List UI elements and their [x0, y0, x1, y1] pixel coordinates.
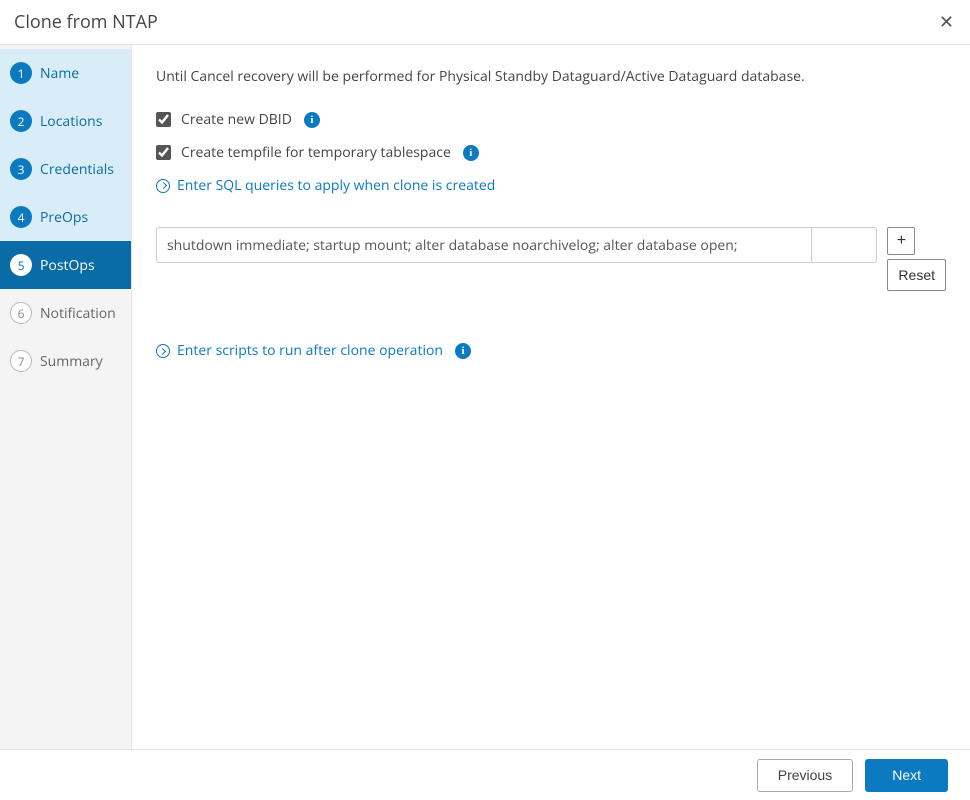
- sql-button-stack: + Reset: [887, 227, 946, 291]
- step-postops[interactable]: 5 PostOps: [0, 241, 131, 289]
- reset-sql-button[interactable]: Reset: [887, 259, 946, 291]
- add-sql-button[interactable]: +: [887, 227, 915, 255]
- step-notification[interactable]: 6 Notification: [0, 289, 131, 337]
- chevron-right-icon: [156, 344, 170, 358]
- intro-text: Until Cancel recovery will be performed …: [156, 67, 946, 86]
- info-icon[interactable]: i: [455, 343, 471, 359]
- info-icon[interactable]: i: [304, 112, 320, 128]
- create-dbid-checkbox[interactable]: [156, 112, 171, 127]
- step-name[interactable]: 1 Name: [0, 49, 131, 97]
- step-number: 5: [10, 254, 32, 276]
- sql-queries-label: Enter SQL queries to apply when clone is…: [177, 176, 495, 195]
- sql-input[interactable]: [156, 227, 811, 263]
- step-number: 4: [10, 206, 32, 228]
- step-content: Until Cancel recovery will be performed …: [132, 45, 970, 749]
- create-tempfile-label: Create tempfile for temporary tablespace: [181, 143, 451, 162]
- dialog-title: Clone from NTAP: [14, 10, 158, 34]
- create-tempfile-row: Create tempfile for temporary tablespace…: [156, 143, 946, 162]
- step-number: 6: [10, 302, 32, 324]
- previous-button[interactable]: Previous: [757, 759, 853, 792]
- scripts-toggle[interactable]: Enter scripts to run after clone operati…: [156, 341, 443, 360]
- scripts-row: Enter scripts to run after clone operati…: [156, 341, 946, 360]
- step-number: 2: [10, 110, 32, 132]
- info-icon[interactable]: i: [463, 145, 479, 161]
- sql-queries-toggle[interactable]: Enter SQL queries to apply when clone is…: [156, 176, 495, 195]
- step-number: 3: [10, 158, 32, 180]
- close-icon[interactable]: ✕: [939, 13, 954, 31]
- create-dbid-label: Create new DBID: [181, 110, 292, 129]
- step-label: Notification: [40, 304, 116, 323]
- dialog-footer: Previous Next: [0, 749, 970, 800]
- step-label: PreOps: [40, 208, 88, 227]
- chevron-right-icon: [156, 179, 170, 193]
- step-number: 1: [10, 62, 32, 84]
- step-number: 7: [10, 350, 32, 372]
- scripts-label: Enter scripts to run after clone operati…: [177, 341, 443, 360]
- step-credentials[interactable]: 3 Credentials: [0, 145, 131, 193]
- step-label: Locations: [40, 112, 102, 131]
- next-button[interactable]: Next: [865, 759, 948, 792]
- sql-row: + Reset: [156, 227, 946, 291]
- sql-input-addon[interactable]: [811, 227, 877, 263]
- dialog-body: 1 Name 2 Locations 3 Credentials 4 PreOp…: [0, 45, 970, 749]
- step-locations[interactable]: 2 Locations: [0, 97, 131, 145]
- create-dbid-row: Create new DBID i: [156, 110, 946, 129]
- step-label: PostOps: [40, 256, 95, 275]
- step-label: Name: [40, 64, 79, 83]
- step-preops[interactable]: 4 PreOps: [0, 193, 131, 241]
- step-label: Summary: [40, 352, 103, 371]
- step-label: Credentials: [40, 160, 114, 179]
- sql-input-group: [156, 227, 877, 263]
- dialog-header: Clone from NTAP ✕: [0, 0, 970, 45]
- wizard-sidebar: 1 Name 2 Locations 3 Credentials 4 PreOp…: [0, 45, 132, 749]
- step-summary[interactable]: 7 Summary: [0, 337, 131, 385]
- create-tempfile-checkbox[interactable]: [156, 145, 171, 160]
